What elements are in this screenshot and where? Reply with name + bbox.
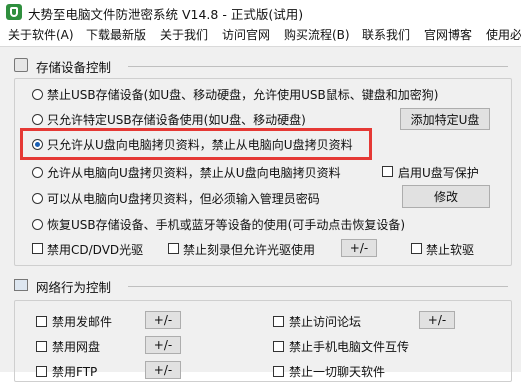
- menu-purchase[interactable]: 购买流程(B): [284, 26, 350, 43]
- option-label: 可以从电脑向U盘拷贝资料，但必须输入管理员密码: [47, 192, 320, 206]
- radio-disable-usb[interactable]: [32, 89, 43, 100]
- disable-email-checkbox[interactable]: [36, 316, 47, 327]
- disable-cd-checkbox[interactable]: [32, 243, 43, 254]
- network-item-label: 禁止一切聊天软件: [289, 365, 386, 379]
- option-label: 恢复USB存储设备、手机或蓝牙等设备的使用(可手动点击恢复设备): [47, 218, 405, 232]
- network-item-label: 禁止手机电脑文件互传: [289, 340, 410, 354]
- option-label: 只允许特定USB存储设备使用(如U盘、移动硬盘): [47, 113, 306, 127]
- cloud-plus-minus-button[interactable]: +/-: [145, 336, 181, 354]
- forum-plus-minus-button[interactable]: +/-: [419, 311, 455, 329]
- network-item-label: 禁用FTP: [52, 365, 98, 379]
- ftp-plus-minus-button[interactable]: +/-: [145, 361, 181, 379]
- modify-button[interactable]: 修改: [402, 185, 490, 208]
- network-item-label: 禁用发邮件: [52, 315, 113, 329]
- no-burn-checkbox[interactable]: [168, 243, 179, 254]
- disable-floppy-checkbox[interactable]: [411, 243, 422, 254]
- email-plus-minus-button[interactable]: +/-: [145, 311, 181, 329]
- section-divider: [128, 66, 508, 67]
- write-protect-label: 启用U盘写保护: [398, 166, 479, 180]
- option-label: 禁止USB存储设备(如U盘、移动硬盘，允许使用USB鼠标、键盘和加密狗): [47, 88, 439, 102]
- radio-usb-to-pc-only[interactable]: [32, 139, 43, 150]
- menu-about-software[interactable]: 关于软件(A): [8, 26, 74, 43]
- network-item-label: 禁用网盘: [52, 340, 101, 354]
- menu-about-us[interactable]: 关于我们: [160, 26, 208, 43]
- disable-cd-label: 禁用CD/DVD光驱: [47, 243, 144, 257]
- network-section-title: 网络行为控制: [36, 280, 112, 295]
- disable-ftp-checkbox[interactable]: [36, 366, 47, 377]
- network-monitor-icon: [14, 279, 28, 291]
- radio-restore-devices[interactable]: [32, 219, 43, 230]
- usb-section-title: 存储设备控制: [36, 60, 112, 75]
- no-burn-label: 禁止刻录但允许光驱使用: [183, 243, 316, 257]
- block-forum-checkbox[interactable]: [273, 316, 284, 327]
- write-protect-checkbox[interactable]: [382, 166, 393, 177]
- radio-pc-to-usb-only[interactable]: [32, 167, 43, 178]
- radio-password-copy[interactable]: [32, 193, 43, 204]
- cd-plus-minus-button[interactable]: +/-: [341, 239, 377, 257]
- app-logo-icon: [6, 4, 22, 20]
- menu-blog[interactable]: 官网博客: [424, 26, 472, 43]
- add-specific-usb-button[interactable]: 添加特定U盘: [400, 108, 490, 130]
- option-label: 允许从电脑向U盘拷贝资料，禁止从U盘向电脑拷贝资料: [47, 166, 341, 180]
- menu-usage[interactable]: 使用必: [486, 26, 521, 43]
- network-item-label: 禁止访问论坛: [289, 315, 362, 329]
- section-divider: [128, 286, 508, 287]
- usb-drive-icon: [14, 58, 28, 72]
- menu-download[interactable]: 下载最新版: [86, 26, 146, 43]
- radio-allow-specific-usb[interactable]: [32, 114, 43, 125]
- option-label-selected: 只允许从U盘向电脑拷贝资料，禁止从电脑向U盘拷贝资料: [47, 138, 353, 152]
- window-title: 大势至电脑文件防泄密系统 V14.8 - 正式版(试用): [28, 7, 304, 22]
- block-phone-transfer-checkbox[interactable]: [273, 341, 284, 352]
- menu-official-site[interactable]: 访问官网: [222, 26, 270, 43]
- menu-contact[interactable]: 联系我们: [362, 26, 410, 43]
- disable-floppy-label: 禁止软驱: [426, 243, 475, 257]
- block-chat-checkbox[interactable]: [273, 366, 284, 377]
- disable-cloud-disk-checkbox[interactable]: [36, 341, 47, 352]
